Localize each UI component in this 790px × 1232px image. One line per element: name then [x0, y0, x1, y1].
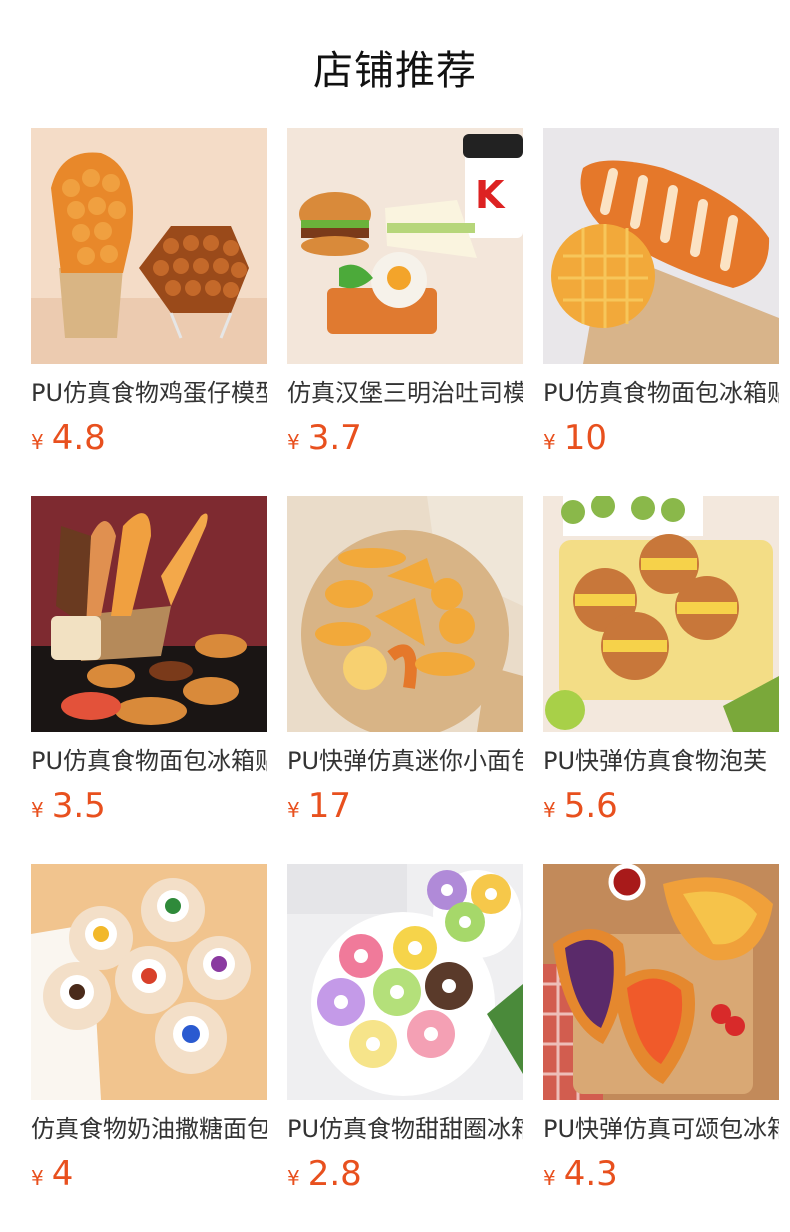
product-image-swirl-cake[interactable] — [31, 864, 267, 1100]
price-value: 3.7 — [307, 418, 362, 458]
product-price: ¥ 4 — [31, 1154, 267, 1194]
currency-symbol: ¥ — [31, 798, 44, 822]
product-card[interactable]: 仿真食物奶油撒糖面包 ¥ 4 — [31, 864, 267, 1194]
product-name[interactable]: PU快弹仿真迷你小面包 — [287, 746, 523, 776]
product-card[interactable]: PU仿真食物面包冰箱贴 ¥ 10 — [543, 128, 779, 458]
price-value: 4 — [51, 1154, 74, 1194]
product-price: ¥ 3.7 — [287, 418, 523, 458]
currency-symbol: ¥ — [543, 1166, 556, 1190]
currency-symbol: ¥ — [287, 430, 300, 454]
price-value: 3.5 — [51, 786, 106, 826]
product-card[interactable]: PU仿真食物甜甜圈冰箱贴 ¥ 2.8 — [287, 864, 523, 1194]
product-card[interactable]: PU快弹仿真迷你小面包 ¥ 17 — [287, 496, 523, 826]
product-price: ¥ 2.8 — [287, 1154, 523, 1194]
currency-symbol: ¥ — [543, 430, 556, 454]
currency-symbol: ¥ — [543, 798, 556, 822]
product-card[interactable]: K 仿真汉堡三明治吐司模型 ¥ 3.7 — [287, 128, 523, 458]
currency-symbol: ¥ — [31, 1166, 44, 1190]
product-card[interactable]: PU仿真食物鸡蛋仔模型 ¥ 4.8 — [31, 128, 267, 458]
product-name[interactable]: 仿真食物奶油撒糖面包 — [31, 1114, 267, 1144]
price-value: 17 — [307, 786, 351, 826]
product-price: ¥ 5.6 — [543, 786, 779, 826]
product-name[interactable]: PU仿真食物面包冰箱贴 — [31, 746, 267, 776]
product-name[interactable]: PU仿真食物面包冰箱贴 — [543, 378, 779, 408]
product-name[interactable]: 仿真汉堡三明治吐司模型 — [287, 378, 523, 408]
product-image-burger-sandwich[interactable]: K — [287, 128, 523, 364]
product-price: ¥ 4.8 — [31, 418, 267, 458]
product-image-cream-puff[interactable] — [543, 496, 779, 732]
section-title: 店铺推荐 — [313, 48, 477, 94]
currency-symbol: ¥ — [287, 1166, 300, 1190]
product-price: ¥ 3.5 — [31, 786, 267, 826]
product-name[interactable]: PU快弹仿真可颂包冰箱贴 — [543, 1114, 779, 1144]
product-price: ¥ 10 — [543, 418, 779, 458]
product-card[interactable]: PU仿真食物面包冰箱贴 ¥ 3.5 — [31, 496, 267, 826]
price-value: 10 — [563, 418, 607, 458]
currency-symbol: ¥ — [287, 798, 300, 822]
product-card[interactable]: PU快弹仿真可颂包冰箱贴 ¥ 4.3 — [543, 864, 779, 1194]
price-value: 4.8 — [51, 418, 106, 458]
product-name[interactable]: PU仿真食物鸡蛋仔模型 — [31, 378, 267, 408]
svg-text:K: K — [475, 173, 506, 217]
product-name[interactable]: PU快弹仿真食物泡芙 — [543, 746, 779, 776]
product-price: ¥ 17 — [287, 786, 523, 826]
product-image-baguette[interactable] — [543, 128, 779, 364]
product-image-bread-basket[interactable] — [31, 496, 267, 732]
product-name[interactable]: PU仿真食物甜甜圈冰箱贴 — [287, 1114, 523, 1144]
product-card[interactable]: PU快弹仿真食物泡芙 ¥ 5.6 — [543, 496, 779, 826]
product-price: ¥ 4.3 — [543, 1154, 779, 1194]
product-image-egg-waffle[interactable] — [31, 128, 267, 364]
product-image-donut-plate[interactable] — [287, 864, 523, 1100]
price-value: 5.6 — [563, 786, 618, 826]
product-image-croissant[interactable] — [543, 864, 779, 1100]
currency-symbol: ¥ — [31, 430, 44, 454]
product-image-mini-breads[interactable] — [287, 496, 523, 732]
price-value: 2.8 — [307, 1154, 362, 1194]
price-value: 4.3 — [563, 1154, 618, 1194]
